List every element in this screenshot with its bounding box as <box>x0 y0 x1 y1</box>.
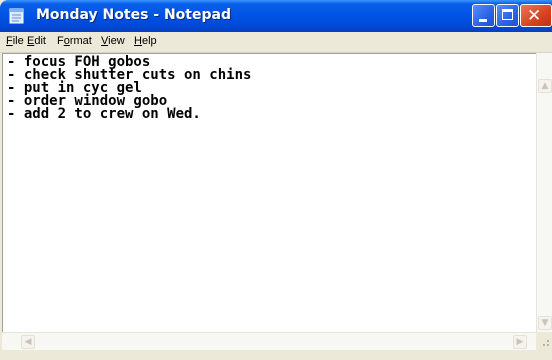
resize-grip-icon[interactable] <box>536 332 552 350</box>
notepad-icon[interactable] <box>8 8 26 24</box>
close-button[interactable]: ✕ <box>520 4 552 27</box>
menu-help[interactable]: Help <box>134 35 157 47</box>
menu-file[interactable]: File <box>6 35 24 47</box>
minimize-icon <box>479 19 487 22</box>
notepad-window: Monday Notes - Notepad ✕ File Edit Forma… <box>0 0 552 360</box>
maximize-icon <box>502 9 513 20</box>
menu-view[interactable]: View <box>101 35 125 47</box>
text-editor[interactable]: - focus FOH gobos - check shutter cuts on… <box>2 53 537 333</box>
document-text[interactable]: - focus FOH gobos - check shutter cuts on… <box>7 55 251 122</box>
scroll-up-icon[interactable]: ▲ <box>538 79 552 93</box>
scroll-down-icon[interactable]: ▼ <box>538 316 552 330</box>
vertical-scrollbar[interactable]: ▲ ▼ <box>536 53 552 332</box>
menu-edit[interactable]: Edit <box>27 35 46 47</box>
scroll-left-icon[interactable]: ◀ <box>21 335 35 349</box>
menu-format[interactable]: Format <box>57 35 92 47</box>
title-bar[interactable]: Monday Notes - Notepad ✕ <box>0 0 552 32</box>
scroll-right-icon[interactable]: ▶ <box>513 335 527 349</box>
maximize-button[interactable] <box>496 4 519 27</box>
close-icon: ✕ <box>527 6 542 26</box>
menu-bar: File Edit Format View Help <box>0 32 552 53</box>
window-title: Monday Notes - Notepad <box>36 7 231 23</box>
horizontal-scrollbar[interactable]: ◀ ▶ <box>2 332 536 351</box>
minimize-button[interactable] <box>472 4 495 27</box>
text-line: - add 2 to crew on Wed. <box>7 106 201 122</box>
window-frame-bottom <box>0 350 552 360</box>
